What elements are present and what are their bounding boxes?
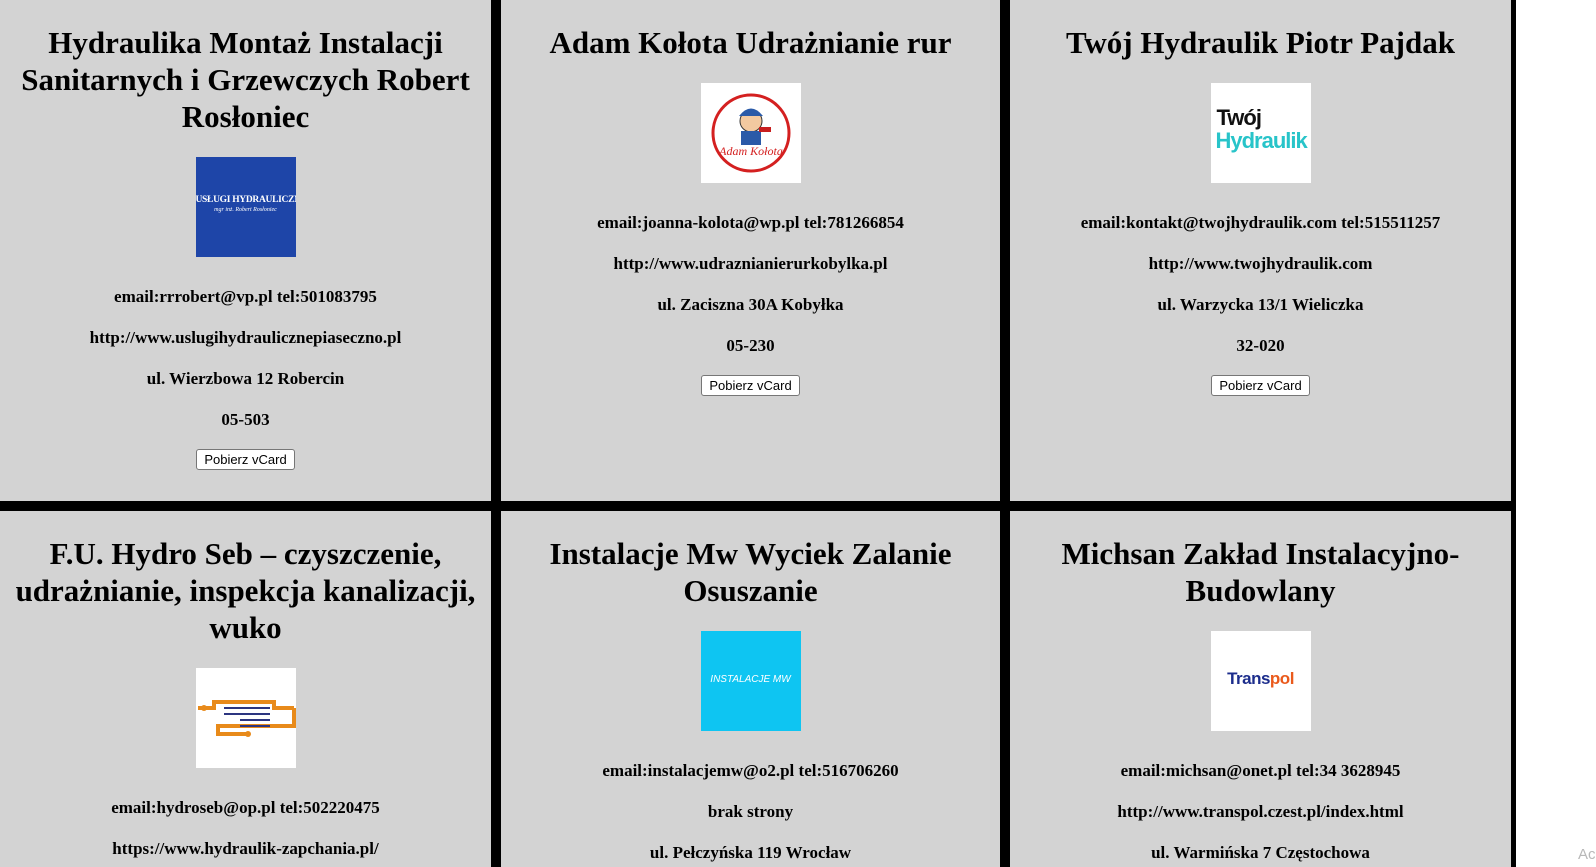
business-logo	[195, 668, 296, 768]
website-text: http://www.udraznianierurkobylka.pl	[613, 254, 888, 273]
business-card: Instalacje Mw Wyciek Zalanie Osuszanie I…	[501, 511, 1000, 867]
business-card: Twój Hydraulik Piotr Pajdak Twój Hydraul…	[1010, 0, 1511, 501]
logo-text-part: pol	[1269, 669, 1295, 688]
business-card: Hydraulika Montaż Instalacji Sanitarnych…	[0, 0, 491, 501]
address-text: ul. Warmińska 7 Częstochowa	[1151, 843, 1370, 862]
business-card: Adam Kołota Udrażnianie rur Adam Kołota …	[501, 0, 1000, 501]
logo-text: USŁUGI HYDRAULICZNE	[195, 195, 296, 205]
pipe-diagram-icon	[197, 700, 296, 737]
address-text: ul. Pełczyńska 119 Wrocław	[649, 843, 852, 862]
business-title: Instalacje Mw Wyciek Zalanie Osuszanie	[549, 536, 952, 608]
contact-info: email:michsan@onet.pl tel:34 3628945	[1120, 761, 1401, 780]
business-card-grid: Hydraulika Montaż Instalacji Sanitarnych…	[0, 0, 1516, 867]
website-text: http://www.transpol.czest.pl/index.html	[1117, 802, 1404, 821]
business-title: F.U. Hydro Seb – czyszczenie, udrażniani…	[15, 536, 476, 645]
business-title: Michsan Zakład Instalacyjno-Budowlany	[1061, 536, 1460, 608]
contact-info: email:kontakt@twojhydraulik.com tel:5155…	[1080, 213, 1441, 232]
logo-subtext: mgr inż. Robert Rosłoniec	[214, 207, 277, 213]
logo-text: Hydraulik	[1215, 128, 1308, 153]
download-vcard-button[interactable]: Pobierz vCard	[701, 375, 800, 396]
address-text: ul. Warzycka 13/1 Wieliczka	[1157, 295, 1364, 314]
contact-info: email:hydroseb@op.pl tel:502220475	[111, 798, 380, 817]
address-text: ul. Wierzbowa 12 Robercin	[146, 369, 345, 388]
logo-text: Adam Kołota	[718, 144, 783, 158]
corner-watermark-text: Ac	[1578, 846, 1596, 863]
website-text: http://www.twojhydraulik.com	[1148, 254, 1373, 273]
logo-text: Transpol	[1211, 669, 1311, 689]
business-title: Adam Kołota Udrażnianie rur	[549, 25, 952, 60]
address-text: ul. Zaciszna 30A Kobyłka	[657, 295, 844, 314]
business-logo: Transpol	[1210, 631, 1311, 731]
business-card: Michsan Zakład Instalacyjno-Budowlany Tr…	[1010, 511, 1511, 867]
business-logo: Twój Hydraulik	[1210, 83, 1311, 183]
postal-code: 05-230	[726, 336, 775, 355]
business-title: Twój Hydraulik Piotr Pajdak	[1066, 25, 1455, 60]
logo-text-part: Trans	[1227, 669, 1270, 688]
download-vcard-button[interactable]: Pobierz vCard	[1211, 375, 1310, 396]
postal-code: 05-503	[221, 410, 270, 429]
download-vcard-button[interactable]: Pobierz vCard	[196, 449, 295, 470]
business-logo: INSTALACJE MW	[700, 631, 801, 731]
business-card: F.U. Hydro Seb – czyszczenie, udrażniani…	[0, 511, 491, 867]
business-logo: USŁUGI HYDRAULICZNE mgr inż. Robert Rosł…	[195, 157, 296, 257]
business-logo: Adam Kołota	[700, 83, 801, 183]
website-text: brak strony	[707, 802, 794, 821]
website-text: https://www.hydraulik-zapchania.pl/	[112, 839, 379, 858]
contact-info: email:rrrobert@vp.pl tel:501083795	[114, 287, 377, 306]
logo-text: INSTALACJE MW	[710, 674, 791, 685]
business-title: Hydraulika Montaż Instalacji Sanitarnych…	[21, 25, 470, 134]
postal-code: 32-020	[1236, 336, 1285, 355]
contact-info: email:joanna-kolota@wp.pl tel:781266854	[597, 213, 904, 232]
plumber-mascot-icon: Adam Kołota	[711, 93, 790, 173]
contact-info: email:instalacjemw@o2.pl tel:516706260	[602, 761, 899, 780]
website-text: http://www.uslugihydraulicznepiaseczno.p…	[89, 328, 402, 347]
